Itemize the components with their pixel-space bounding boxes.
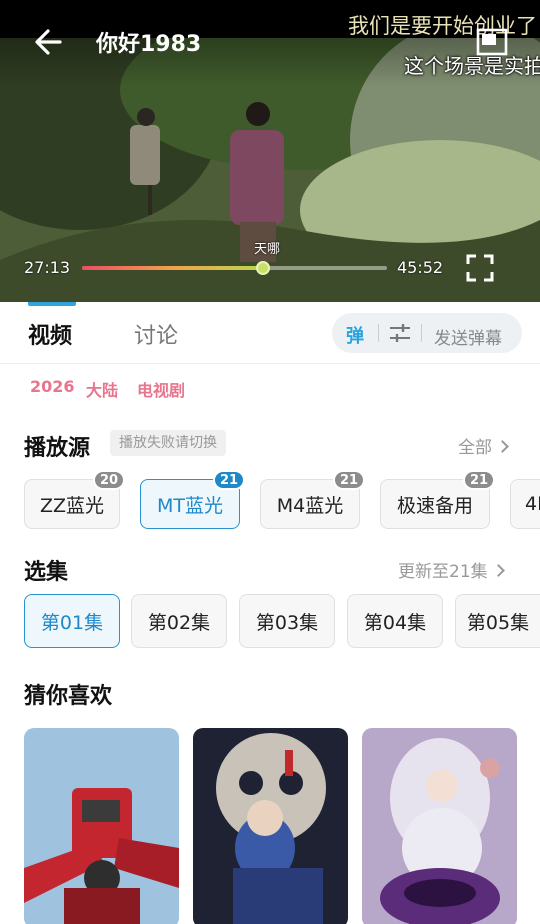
episode-chip[interactable]: 第04集: [347, 594, 443, 648]
type-tag[interactable]: 电视剧: [137, 377, 185, 401]
tab-indicator: [28, 302, 76, 306]
source-chip-selected[interactable]: MT蓝光 21: [140, 470, 245, 529]
chevron-right-icon: [496, 440, 509, 453]
episodes-update-link[interactable]: 更新至21集: [398, 557, 505, 582]
fullscreen-icon[interactable]: [466, 254, 494, 282]
source-chip[interactable]: 极速备用 21: [380, 470, 495, 529]
source-chip[interactable]: M4蓝光 21: [260, 470, 365, 529]
source-chip-label: MT蓝光: [157, 494, 223, 517]
progress-fill: [82, 266, 264, 270]
chevron-right-icon: [491, 564, 505, 577]
source-chip[interactable]: ZZ蓝光 20: [24, 470, 125, 529]
total-time: 45:52: [397, 258, 444, 277]
progress-slider[interactable]: [82, 261, 387, 275]
divider: [378, 324, 379, 342]
episodes-update-label: 更新至21集: [398, 562, 488, 582]
sources-all-label: 全部: [458, 438, 492, 458]
divider: [421, 324, 422, 342]
poster-image: [193, 728, 348, 924]
episode-chip[interactable]: 第05集: [455, 594, 540, 648]
tab-video[interactable]: 视频: [28, 318, 72, 350]
send-danmu-input[interactable]: 发送弹幕: [434, 324, 502, 349]
video-player[interactable]: 你好1983 我们是要开始创业了 这个场景是实拍 天哪 27:13 45:52: [0, 0, 540, 302]
episode-count-badge: 20: [93, 470, 125, 490]
recommend-poster[interactable]: [24, 728, 179, 924]
episodes-title: 选集: [24, 560, 69, 585]
subtitle-text: 天哪: [254, 242, 281, 257]
arrow-left-icon[interactable]: [30, 24, 66, 60]
episode-chip[interactable]: 第02集: [131, 594, 227, 648]
source-chip-label: 4K: [525, 493, 540, 515]
current-time: 27:13: [24, 258, 71, 277]
recommend-poster[interactable]: [193, 728, 348, 924]
source-chip-label: 极速备用: [396, 494, 473, 517]
poster-image: [24, 728, 179, 924]
video-title: 你好1983: [96, 32, 202, 57]
recommend-title: 猜你喜欢: [24, 684, 113, 709]
episode-count-badge: 21: [333, 470, 365, 490]
danmu-comment: 这个场景是实拍: [404, 54, 540, 78]
sources-title: 播放源: [24, 436, 91, 461]
episode-chip[interactable]: 第03集: [239, 594, 335, 648]
region-tag[interactable]: 大陆: [86, 377, 118, 401]
episode-count-badge: 21: [463, 470, 495, 490]
recommend-poster[interactable]: [362, 728, 517, 924]
sliders-icon[interactable]: [389, 323, 411, 343]
tab-discuss[interactable]: 讨论: [134, 318, 178, 350]
poster-image: [362, 728, 517, 924]
danmu-toggle-button[interactable]: 弹: [346, 322, 364, 348]
picture-in-picture-icon[interactable]: [476, 28, 508, 56]
danmu-comment: 我们是要开始创业了: [348, 14, 537, 38]
episode-chip-selected[interactable]: 第01集: [24, 594, 120, 648]
year-tag[interactable]: 2026: [30, 377, 75, 396]
source-chip-label: ZZ蓝光: [39, 494, 105, 517]
source-chip[interactable]: 4K: [510, 479, 540, 529]
source-chip-label: M4蓝光: [276, 494, 344, 517]
sources-hint: 播放失败请切换: [110, 430, 226, 456]
sources-all-link[interactable]: 全部: [458, 433, 509, 458]
episode-count-badge: 21: [213, 470, 245, 490]
